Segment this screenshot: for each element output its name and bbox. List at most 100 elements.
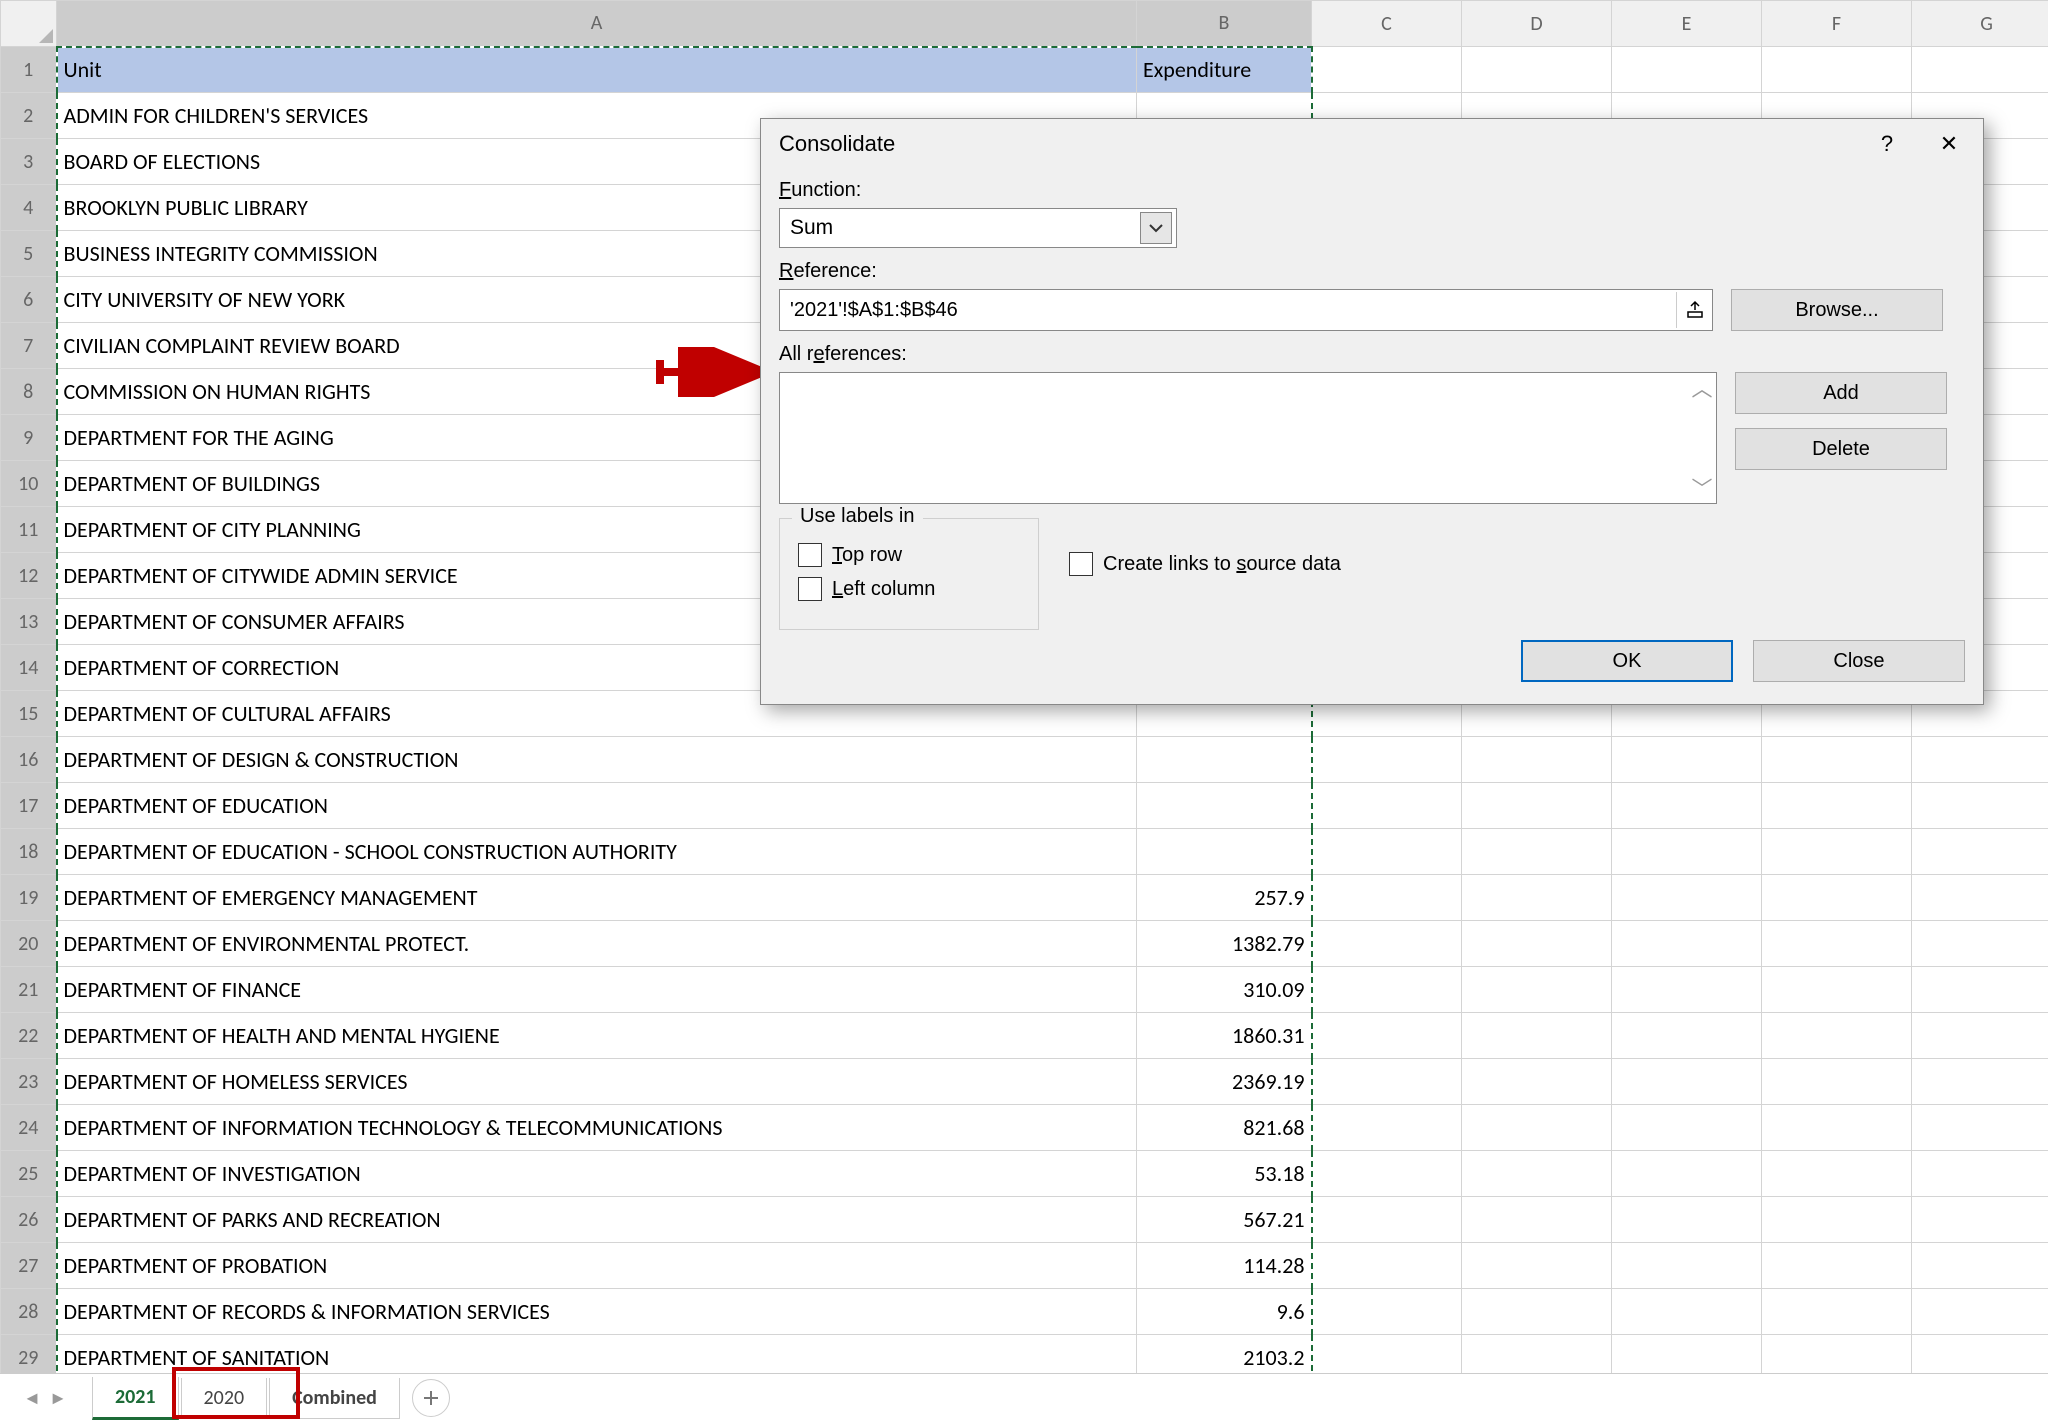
cell[interactable]: DEPARTMENT OF PARKS AND RECREATION	[57, 1197, 1137, 1243]
scrollbar[interactable]: ︿ ﹀	[1688, 373, 1716, 503]
row-header[interactable]: 25	[1, 1151, 57, 1197]
row-header[interactable]: 27	[1, 1243, 57, 1289]
dialog-help-button[interactable]: ?	[1871, 131, 1903, 157]
cell[interactable]	[1612, 921, 1762, 967]
cell[interactable]	[1912, 967, 2048, 1013]
cell[interactable]	[1762, 1197, 1912, 1243]
cell[interactable]	[1912, 1289, 2048, 1335]
cell[interactable]: DEPARTMENT OF EDUCATION	[57, 783, 1137, 829]
cell[interactable]	[1762, 1105, 1912, 1151]
cell[interactable]	[1312, 875, 1462, 921]
cell[interactable]	[1762, 967, 1912, 1013]
cell[interactable]	[1612, 967, 1762, 1013]
cell[interactable]	[1762, 1013, 1912, 1059]
cell[interactable]	[1612, 1105, 1762, 1151]
cell[interactable]	[1762, 875, 1912, 921]
cell[interactable]	[1462, 1059, 1612, 1105]
dialog-close-x[interactable]: ✕	[1933, 131, 1965, 157]
row-header[interactable]: 14	[1, 645, 57, 691]
cell[interactable]	[1912, 47, 2048, 93]
col-header-F[interactable]: F	[1762, 1, 1912, 47]
delete-button[interactable]: Delete	[1735, 428, 1947, 470]
cell[interactable]: 2369.19	[1137, 1059, 1312, 1105]
cell[interactable]: 821.68	[1137, 1105, 1312, 1151]
cell[interactable]	[1612, 783, 1762, 829]
cell[interactable]	[1762, 1289, 1912, 1335]
tab-2020[interactable]: 2020	[181, 1378, 268, 1419]
row-header[interactable]: 9	[1, 415, 57, 461]
row-header[interactable]: 23	[1, 1059, 57, 1105]
cell[interactable]	[1912, 875, 2048, 921]
tab-2021[interactable]: 2021	[92, 1377, 179, 1420]
row-header[interactable]: 11	[1, 507, 57, 553]
cell[interactable]	[1462, 1197, 1612, 1243]
cell[interactable]	[1612, 1059, 1762, 1105]
cell[interactable]: 1382.79	[1137, 921, 1312, 967]
cell[interactable]	[1612, 1013, 1762, 1059]
cell[interactable]	[1312, 783, 1462, 829]
cell[interactable]	[1912, 1197, 2048, 1243]
cell[interactable]	[1912, 1243, 2048, 1289]
cell[interactable]	[1612, 829, 1762, 875]
cell[interactable]: DEPARTMENT OF HOMELESS SERVICES	[57, 1059, 1137, 1105]
top-row-checkbox[interactable]	[798, 543, 822, 567]
cell[interactable]	[1762, 829, 1912, 875]
cell[interactable]	[1462, 829, 1612, 875]
cell[interactable]	[1312, 829, 1462, 875]
col-header-A[interactable]: A	[57, 1, 1137, 47]
col-header-E[interactable]: E	[1612, 1, 1762, 47]
row-header[interactable]: 26	[1, 1197, 57, 1243]
cell[interactable]	[1912, 829, 2048, 875]
cell[interactable]	[1912, 921, 2048, 967]
cell[interactable]: DEPARTMENT OF FINANCE	[57, 967, 1137, 1013]
cell[interactable]	[1612, 1243, 1762, 1289]
cell[interactable]: DEPARTMENT OF ENVIRONMENTAL PROTECT.	[57, 921, 1137, 967]
add-button[interactable]: Add	[1735, 372, 1947, 414]
row-header[interactable]: 7	[1, 323, 57, 369]
cell[interactable]	[1462, 1289, 1612, 1335]
cell[interactable]	[1137, 829, 1312, 875]
col-header-C[interactable]: C	[1312, 1, 1462, 47]
cell[interactable]	[1462, 737, 1612, 783]
cell[interactable]	[1912, 1059, 2048, 1105]
cell[interactable]	[1462, 47, 1612, 93]
cell[interactable]	[1912, 1105, 2048, 1151]
reference-input[interactable]	[780, 299, 1676, 322]
row-header[interactable]: 4	[1, 185, 57, 231]
cell[interactable]: 1860.31	[1137, 1013, 1312, 1059]
row-header[interactable]: 24	[1, 1105, 57, 1151]
cell[interactable]	[1312, 1105, 1462, 1151]
cell[interactable]	[1912, 783, 2048, 829]
cell[interactable]: Expenditure	[1137, 47, 1312, 93]
row-header[interactable]: 10	[1, 461, 57, 507]
col-header-B[interactable]: B	[1137, 1, 1312, 47]
row-header[interactable]: 21	[1, 967, 57, 1013]
cell[interactable]	[1762, 921, 1912, 967]
row-header[interactable]: 13	[1, 599, 57, 645]
cell[interactable]	[1612, 47, 1762, 93]
cell[interactable]	[1137, 737, 1312, 783]
cell[interactable]	[1762, 737, 1912, 783]
chevron-down-icon[interactable]	[1140, 212, 1172, 244]
cell[interactable]	[1762, 783, 1912, 829]
row-header[interactable]: 5	[1, 231, 57, 277]
cell[interactable]	[1312, 1289, 1462, 1335]
select-all-corner[interactable]	[1, 1, 57, 47]
create-links-checkbox[interactable]	[1069, 552, 1093, 576]
cell[interactable]: DEPARTMENT OF HEALTH AND MENTAL HYGIENE	[57, 1013, 1137, 1059]
cell[interactable]	[1762, 47, 1912, 93]
ok-button[interactable]: OK	[1521, 640, 1733, 682]
cell[interactable]: 114.28	[1137, 1243, 1312, 1289]
row-header[interactable]: 17	[1, 783, 57, 829]
cell[interactable]	[1312, 921, 1462, 967]
cell[interactable]	[1762, 1059, 1912, 1105]
cell[interactable]: 53.18	[1137, 1151, 1312, 1197]
cell[interactable]	[1912, 737, 2048, 783]
all-references-list[interactable]: ︿ ﹀	[779, 372, 1717, 504]
cell[interactable]	[1462, 1151, 1612, 1197]
cell[interactable]	[1462, 967, 1612, 1013]
browse-button[interactable]: Browse...	[1731, 289, 1943, 331]
cell[interactable]	[1312, 47, 1462, 93]
cell[interactable]	[1312, 1013, 1462, 1059]
cell[interactable]	[1912, 1151, 2048, 1197]
